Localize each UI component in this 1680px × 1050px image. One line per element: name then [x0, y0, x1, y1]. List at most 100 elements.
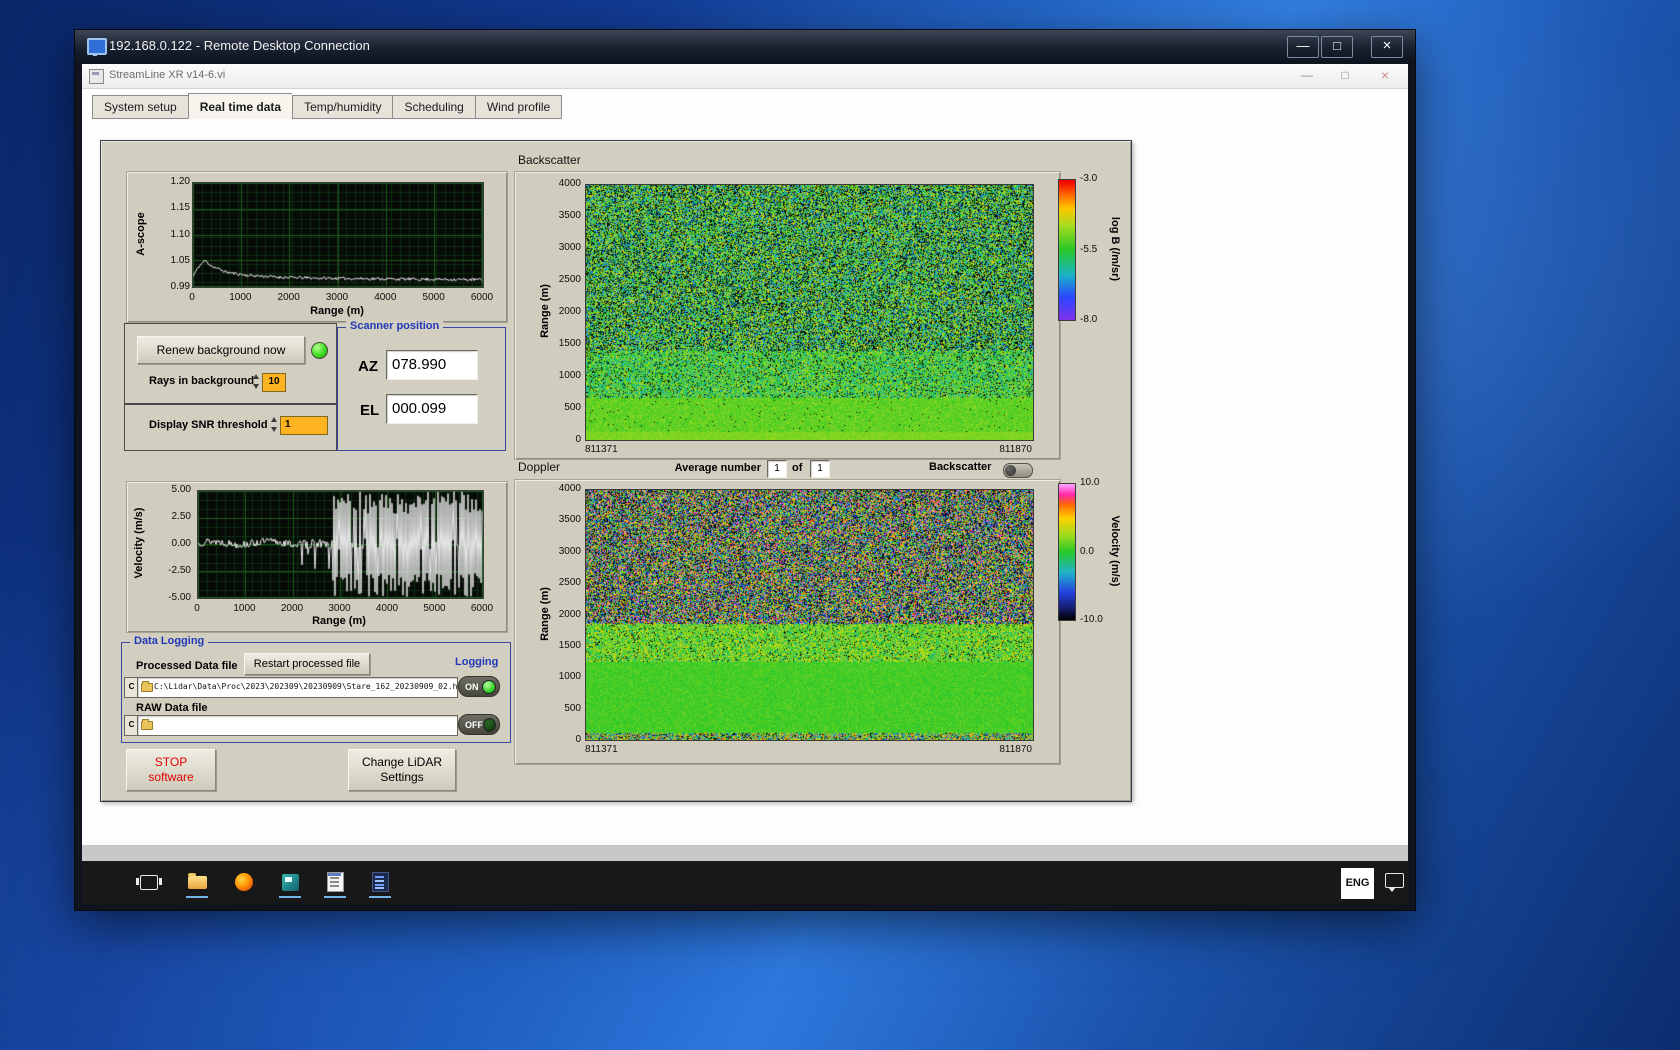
ytick: 3500: [559, 210, 581, 221]
change-line2: Settings: [380, 770, 423, 784]
xtick: 0: [175, 292, 209, 303]
app-close-button[interactable]: ×: [1368, 66, 1402, 85]
snr-stepper[interactable]: [269, 417, 278, 432]
ytick: -5.00: [168, 592, 191, 603]
file-explorer-button[interactable]: [182, 866, 212, 898]
restart-processed-file-button[interactable]: Restart processed file: [244, 653, 370, 675]
app-restore-button[interactable]: □: [1328, 66, 1362, 85]
doppler-y-ticks: 4000 3500 3000 2500 2000 1500 1000 500 0: [551, 483, 581, 745]
backscatter-y-ticks: 4000 3500 3000 2500 2000 1500 1000 500 0: [551, 178, 581, 445]
folder-icon[interactable]: [141, 721, 153, 730]
backscatter-x-ticks: 811371 811870: [585, 444, 1032, 455]
logging-label: Logging: [455, 656, 498, 668]
processed-data-file-label: Processed Data file: [136, 660, 238, 672]
rays-value-field[interactable]: 10: [262, 373, 286, 392]
average-number-field[interactable]: 1: [767, 460, 787, 478]
tab-wind-profile[interactable]: Wind profile: [475, 95, 562, 119]
doppler-colorbar: [1058, 483, 1076, 621]
backscatter-heatmap: [586, 185, 1033, 440]
ytick: 0: [575, 734, 581, 745]
cbtick: 0.0: [1080, 546, 1094, 557]
front-panel: A-scope 1.20 1.15 1.10 1.05 0.99 0: [100, 140, 1132, 802]
ytick: 1.20: [171, 176, 190, 187]
rdp-window-title: 192.168.0.122 - Remote Desktop Connectio…: [109, 38, 370, 53]
task-view-button[interactable]: [134, 866, 164, 898]
ytick: 500: [564, 402, 581, 413]
folder-icon[interactable]: [141, 683, 153, 692]
velocity-plot: [197, 490, 484, 599]
doppler-y-axis-label: Range (m): [539, 587, 551, 641]
ytick: 1.15: [171, 202, 190, 213]
stop-software-button[interactable]: STOP software: [126, 749, 216, 791]
app-minimize-button[interactable]: —: [1290, 66, 1324, 85]
ytick: 1500: [559, 338, 581, 349]
tab-real-time-data[interactable]: Real time data: [188, 93, 292, 119]
ascope-graph-frame: A-scope 1.20 1.15 1.10 1.05 0.99 0: [126, 171, 508, 323]
ytick: 0.99: [171, 281, 190, 292]
of-label: of: [792, 462, 802, 474]
tab-system-setup[interactable]: System setup: [92, 95, 188, 119]
firefox-button[interactable]: [229, 866, 259, 898]
processed-logging-toggle[interactable]: ON: [458, 676, 500, 697]
toggle-off-led: [483, 718, 496, 732]
tab-temp-humidity[interactable]: Temp/humidity: [292, 95, 392, 119]
file-explorer-icon: [188, 876, 207, 889]
backscatter-doppler-toggle[interactable]: [1003, 463, 1033, 478]
rdp-titlebar[interactable]: 192.168.0.122 - Remote Desktop Connectio…: [75, 30, 1415, 62]
change-lidar-settings-button[interactable]: Change LiDAR Settings: [348, 749, 456, 791]
cbtick: -8.0: [1080, 314, 1097, 325]
rdp-close-button[interactable]: ×: [1371, 36, 1403, 58]
app-window-button[interactable]: [275, 866, 305, 898]
doppler-heatmap: [586, 490, 1033, 740]
ascope-plot: [192, 182, 484, 288]
rays-stepper[interactable]: [251, 374, 260, 389]
code-editor-button[interactable]: [365, 866, 395, 898]
el-label: EL: [360, 402, 379, 419]
app-window-icon: [282, 874, 299, 891]
xtick: 1000: [223, 292, 257, 303]
doppler-colorbar-label: Velocity (m/s): [1109, 516, 1121, 587]
language-indicator[interactable]: ENG: [1341, 868, 1374, 899]
ytick: 2500: [559, 274, 581, 285]
xtick: 2000: [275, 603, 309, 614]
data-logging-box: Data Logging Processed Data file Restart…: [121, 642, 511, 743]
az-value-field[interactable]: 078.990: [386, 350, 478, 380]
velocity-trace: [198, 491, 483, 598]
raw-logging-toggle[interactable]: OFF: [458, 714, 500, 735]
ascope-y-axis-label: A-scope: [135, 212, 147, 255]
feedback-hub-icon[interactable]: [1385, 873, 1404, 888]
renew-background-button[interactable]: Renew background now: [137, 336, 305, 364]
tab-scheduling[interactable]: Scheduling: [392, 95, 474, 119]
raw-data-file-label: RAW Data file: [136, 702, 208, 714]
average-of-field[interactable]: 1: [810, 460, 830, 478]
ytick: 2000: [559, 609, 581, 620]
taskbar: ENG: [82, 861, 1408, 903]
xtick: 4000: [370, 603, 404, 614]
doppler-plot: [585, 489, 1034, 741]
app-window-title: StreamLine XR v14-6.vi: [109, 69, 225, 81]
xtick: 2000: [272, 292, 306, 303]
ytick: 4000: [559, 483, 581, 494]
remote-screen: StreamLine XR v14-6.vi — □ × System setu…: [82, 64, 1408, 903]
ytick: 500: [564, 703, 581, 714]
scan-scheduler-button[interactable]: [320, 866, 350, 898]
xtick: 3000: [323, 603, 357, 614]
xtick: 0: [180, 603, 214, 614]
stop-line2: software: [148, 770, 193, 784]
rays-in-background-label: Rays in background: [149, 375, 254, 387]
snr-value-field[interactable]: 1: [280, 416, 328, 435]
xtick-start: 811371: [585, 444, 618, 455]
app-titlebar[interactable]: StreamLine XR v14-6.vi — □ ×: [82, 64, 1408, 89]
rdp-maximize-button[interactable]: □: [1321, 36, 1353, 58]
ascope-y-ticks: 1.20 1.15 1.10 1.05 0.99: [157, 176, 190, 292]
rdp-minimize-button[interactable]: —: [1287, 36, 1319, 58]
backscatter-colorbar-gradient: [1059, 180, 1075, 320]
ytick: 1.10: [171, 229, 190, 240]
raw-path-field[interactable]: [137, 715, 458, 736]
processed-path-field[interactable]: C:\Lidar\Data\Proc\2023\202309\20230909\…: [137, 677, 458, 698]
xtick-end: 811870: [999, 744, 1032, 755]
ytick: 1000: [559, 370, 581, 381]
el-value-field[interactable]: 000.099: [386, 394, 478, 424]
renew-status-led: [311, 342, 328, 359]
backscatter-colorbar-label: log B (/m/sr): [1109, 217, 1121, 281]
